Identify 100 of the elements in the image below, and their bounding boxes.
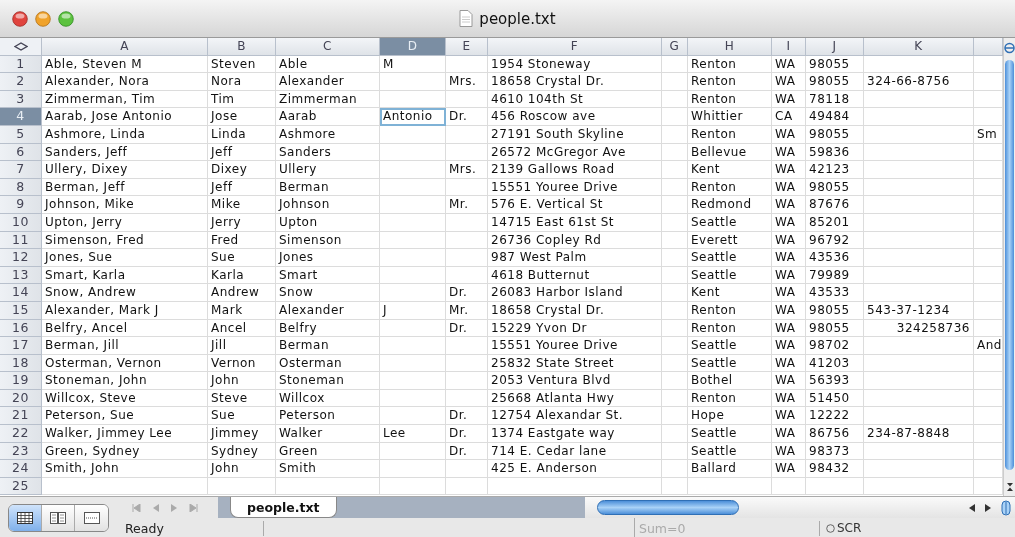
window-button-icon[interactable]	[58, 10, 74, 27]
empty-cell	[380, 178, 446, 197]
scroll-thumb[interactable]	[1005, 60, 1014, 470]
table-cell: Hope	[688, 407, 772, 426]
table-cell: Aarab, Jose Antonio	[42, 108, 208, 126]
column-header[interactable]: H	[688, 38, 772, 56]
empty-cell	[662, 372, 688, 390]
split-icon[interactable]	[1001, 499, 1011, 516]
table-cell: Johnson, Mike	[42, 196, 208, 214]
empty-cell	[380, 231, 446, 250]
column-header[interactable]: F	[488, 38, 662, 56]
row-header[interactable]: 19	[0, 372, 42, 390]
empty-cell	[446, 372, 488, 390]
column-header[interactable]: J	[806, 38, 864, 56]
table-cell: Jose	[208, 108, 276, 126]
page-break-icon	[83, 511, 100, 524]
table-cell: Dr.	[446, 407, 488, 426]
table-cell: 714 E. Cedar lane	[488, 442, 662, 461]
empty-cell	[446, 55, 488, 74]
empty-cell	[662, 337, 688, 355]
table-cell: 85201	[806, 213, 864, 232]
row-header[interactable]: 22	[0, 425, 42, 443]
table-cell: WA	[772, 372, 806, 390]
table-cell: Linda	[208, 125, 276, 144]
row-header[interactable]: 21	[0, 407, 42, 426]
empty-cell	[446, 389, 488, 408]
table-cell: 14715 East 61st St	[488, 213, 662, 232]
table-cell: WA	[772, 389, 806, 408]
column-header[interactable]: C	[276, 38, 380, 56]
row-header[interactable]: 2	[0, 73, 42, 91]
vertical-scrollbar[interactable]	[1003, 38, 1015, 496]
table-cell: Smith, John	[42, 460, 208, 478]
empty-cell	[662, 213, 688, 232]
table-cell: WA	[772, 73, 806, 91]
scroll-thumb[interactable]	[597, 500, 739, 515]
row-header[interactable]: 12	[0, 249, 42, 267]
empty-cell	[662, 108, 688, 126]
horizontal-scrollbar[interactable]	[585, 497, 1015, 518]
table-cell: Dr.	[446, 284, 488, 302]
sheet-tab[interactable]: people.txt	[230, 497, 337, 518]
table-cell: Walker	[276, 425, 380, 443]
table-cell: Osterman, Vernon	[42, 354, 208, 373]
table-cell: Seattle	[688, 442, 772, 461]
table-cell: 25668 Atlanta Hwy	[488, 389, 662, 408]
window-button-icon[interactable]	[12, 10, 28, 27]
grid-icon	[17, 511, 33, 524]
column-header[interactable]: A	[42, 38, 208, 56]
table-cell: 78118	[806, 90, 864, 109]
table-cell: Dr.	[446, 442, 488, 461]
scroll-lock-indicator: SCR	[837, 521, 862, 535]
row-header[interactable]: 14	[0, 284, 42, 302]
sum-text: Sum=0	[635, 520, 820, 536]
table-cell: 98373	[806, 442, 864, 461]
view-button[interactable]	[42, 504, 75, 531]
table-cell: 324-66-8756	[864, 73, 974, 91]
empty-cell	[446, 354, 488, 373]
table-cell: Steve	[208, 389, 276, 408]
table-cell: Jimmey	[208, 425, 276, 443]
window-button-icon[interactable]	[35, 10, 51, 27]
table-cell: Mr.	[446, 301, 488, 320]
column-header[interactable]: E	[446, 38, 488, 56]
table-cell: Berman, Jill	[42, 337, 208, 355]
select-all-icon[interactable]	[13, 41, 28, 51]
empty-cell	[380, 73, 446, 91]
empty-cell	[662, 319, 688, 338]
split-icon[interactable]	[1004, 42, 1015, 54]
table-cell: 12222	[806, 407, 864, 426]
empty-cell	[662, 460, 688, 478]
row-header[interactable]: 9	[0, 196, 42, 214]
table-cell: 15551 Youree Drive	[488, 178, 662, 197]
table-cell: Walker, Jimmey Lee	[42, 425, 208, 443]
view-button[interactable]	[75, 504, 108, 531]
table-cell: 25832 State Street	[488, 354, 662, 373]
empty-cell	[380, 196, 446, 214]
empty-cell	[662, 196, 688, 214]
empty-cell	[662, 90, 688, 109]
view-button[interactable]	[9, 504, 42, 531]
row-header[interactable]: 24	[0, 460, 42, 478]
table-cell: Karla	[208, 266, 276, 285]
column-header[interactable]: I	[772, 38, 806, 56]
table-cell: Simenson	[276, 231, 380, 250]
row-header[interactable]: 17	[0, 337, 42, 355]
table-cell: Ancel	[208, 319, 276, 338]
empty-cell	[662, 389, 688, 408]
table-cell: Renton	[688, 301, 772, 320]
empty-cell	[662, 284, 688, 302]
column-header[interactable]: K	[864, 38, 974, 56]
column-header[interactable]: B	[208, 38, 276, 56]
table-cell: WA	[772, 90, 806, 109]
table-cell: 987 West Palm	[488, 249, 662, 267]
table-cell: 2053 Ventura Blvd	[488, 372, 662, 390]
scroll-arrows-icon[interactable]	[1004, 480, 1015, 494]
table-cell: Snow, Andrew	[42, 284, 208, 302]
table-cell: Green, Sydney	[42, 442, 208, 461]
empty-cell	[380, 125, 446, 144]
table-cell: WA	[772, 55, 806, 74]
empty-cell	[446, 249, 488, 267]
column-header[interactable]: G	[662, 38, 688, 56]
row-header[interactable]: 7	[0, 161, 42, 179]
table-cell: Jones	[276, 249, 380, 267]
